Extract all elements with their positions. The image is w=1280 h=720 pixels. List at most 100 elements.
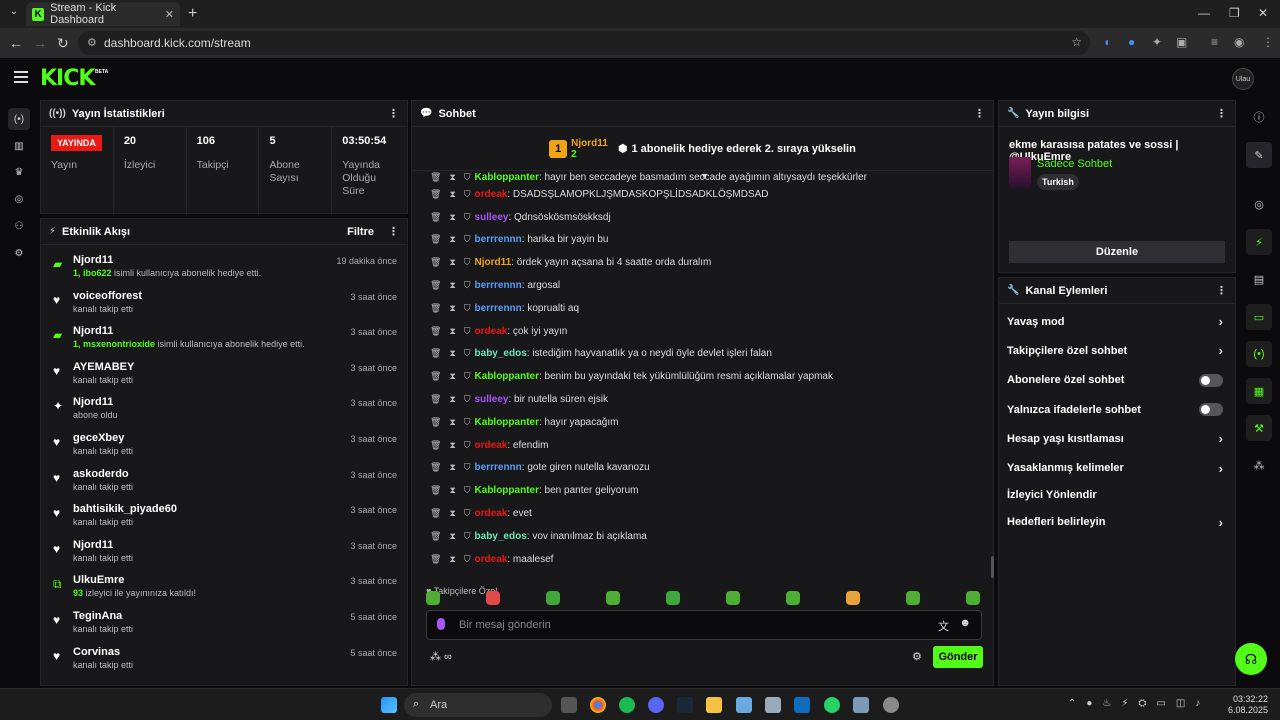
timeout-icon[interactable]: ⧗ [449, 303, 455, 314]
send-button[interactable]: Gönder [933, 646, 983, 668]
filter-button[interactable]: Filtre [347, 226, 374, 238]
timeout-icon[interactable]: ⧗ [449, 280, 455, 291]
help-chat-icon[interactable]: ☊ [1235, 643, 1267, 675]
url-bar[interactable]: ⚙ dashboard.kick.com/stream ☆ [78, 31, 1090, 55]
bolt-icon[interactable]: ⚡ [1246, 229, 1272, 255]
profile-icon[interactable]: ◉ [1234, 35, 1244, 49]
delete-icon[interactable]: 🗑 [430, 371, 441, 382]
pinned-gift-leaderboard[interactable]: 1 Njord11 2 ⬢ 1 abonelik hediye ederek 2.… [412, 127, 993, 171]
chrome-icon[interactable] [590, 697, 606, 713]
timeout-icon[interactable]: ⧗ [449, 348, 455, 359]
translate-icon[interactable]: 文 [938, 618, 949, 634]
channel-action-item[interactable]: Hesap yaşı kısıtlaması › [999, 424, 1235, 453]
timeout-icon[interactable]: ⧗ [449, 462, 455, 473]
browser-tab[interactable]: K Stream - Kick Dashboard ✕ [26, 2, 180, 26]
bookmark-star-icon[interactable]: ☆ [1071, 35, 1082, 49]
chat-username[interactable]: berrrennn [475, 280, 522, 291]
ban-icon[interactable]: ⛉ [464, 440, 471, 451]
channel-action-item[interactable]: İzleyici Yönlendir [999, 483, 1235, 508]
emote-icon[interactable] [966, 591, 980, 605]
delete-icon[interactable]: 🗑 [430, 348, 441, 359]
extension-icon[interactable]: ✦ [1152, 35, 1162, 49]
outlook-icon[interactable] [794, 697, 810, 713]
spotify-icon[interactable] [619, 697, 635, 713]
community-nav-icon[interactable]: ⚇ [8, 215, 30, 237]
delete-icon[interactable]: 🗑 [430, 440, 441, 451]
chat-username[interactable]: Njord11 [475, 257, 512, 268]
category-name[interactable]: Sadece Sohbet [1037, 158, 1112, 170]
chat-icon[interactable]: ▭ [1246, 304, 1272, 330]
chat-username[interactable]: baby_edos [475, 531, 527, 542]
more-tools-icon[interactable]: ⁂ [1246, 452, 1272, 478]
ban-icon[interactable]: ⛉ [464, 462, 471, 473]
photos-icon[interactable] [765, 697, 781, 713]
emoji-icon[interactable]: ☻ [959, 617, 971, 629]
stream-nav-icon[interactable]: (•) [8, 108, 30, 130]
ban-icon[interactable]: ⛉ [464, 485, 471, 496]
delete-icon[interactable]: 🗑 [430, 280, 441, 291]
extension-icon[interactable]: ◖ [1103, 35, 1110, 49]
emote-icon[interactable] [546, 591, 560, 605]
stats-menu-icon[interactable]: ⋮ [388, 107, 399, 120]
tab-search-icon[interactable]: ⌄ [6, 6, 22, 22]
delete-icon[interactable]: 🗑 [430, 485, 441, 496]
channel-action-item[interactable]: Yasaklanmış kelimeler › [999, 453, 1235, 482]
ban-icon[interactable]: ⛉ [464, 531, 471, 542]
chat-username[interactable]: Kabloppanter [475, 417, 539, 428]
minimize-icon[interactable]: — [1198, 6, 1210, 20]
avatar[interactable]: Ulau [1232, 68, 1254, 90]
close-window-icon[interactable]: ✕ [1258, 6, 1268, 20]
chat-username[interactable]: baby_edos [475, 348, 527, 359]
forward-icon[interactable]: → [33, 35, 47, 51]
chat-username[interactable]: berrrennn [475, 234, 522, 245]
timeout-icon[interactable]: ⧗ [449, 508, 455, 519]
timeout-icon[interactable]: ⧗ [449, 326, 455, 337]
channel-action-item[interactable]: Yalnızca ifadelerle sohbet [999, 395, 1235, 424]
timeout-icon[interactable]: ⧗ [449, 417, 455, 428]
timeout-icon[interactable]: ⧗ [449, 189, 455, 200]
chat-username[interactable]: ordeak [475, 440, 508, 451]
chat-username[interactable]: ordeak [475, 189, 508, 200]
channel-action-item[interactable]: Takipçilere özel sohbet › [999, 336, 1235, 365]
ban-icon[interactable]: ⛉ [464, 348, 471, 359]
ban-icon[interactable]: ⛉ [464, 172, 471, 183]
emote-icon[interactable] [726, 591, 740, 605]
timeout-icon[interactable]: ⧗ [449, 531, 455, 542]
activity-menu-icon[interactable]: ⋮ [388, 225, 399, 238]
emote-icon[interactable] [786, 591, 800, 605]
discord-icon[interactable] [648, 697, 664, 713]
notes-icon[interactable]: ▤ [1246, 266, 1272, 292]
whatsapp-icon[interactable] [824, 697, 840, 713]
delete-icon[interactable]: 🗑 [430, 508, 441, 519]
ban-icon[interactable]: ⛉ [464, 280, 471, 291]
ban-icon[interactable]: ⛉ [464, 508, 471, 519]
layout-icon[interactable]: ▦ [1246, 378, 1272, 404]
ban-icon[interactable]: ⛉ [464, 326, 471, 337]
edit-pen-icon[interactable]: ✎ [1246, 142, 1272, 168]
category-thumbnail[interactable] [1009, 157, 1031, 187]
emote-icon[interactable] [486, 591, 500, 605]
taskbar-clock[interactable]: 03:32:22 6.08.2025 [1228, 694, 1268, 716]
delete-icon[interactable]: 🗑 [430, 554, 441, 565]
broadcast-icon[interactable]: (•) [1246, 341, 1272, 367]
back-icon[interactable]: ← [9, 35, 23, 51]
reload-icon[interactable]: ↻ [57, 35, 69, 52]
ban-icon[interactable]: ⛉ [464, 212, 471, 223]
channel-action-item[interactable]: Yavaş mod › [999, 307, 1235, 336]
moderation-nav-icon[interactable]: ◎ [8, 188, 30, 210]
ban-icon[interactable]: ⛉ [464, 189, 471, 200]
toggle-switch[interactable] [1199, 403, 1223, 417]
timeout-icon[interactable]: ⧗ [449, 371, 455, 382]
delete-icon[interactable]: 🗑 [430, 303, 441, 314]
delete-icon[interactable]: 🗑 [430, 417, 441, 428]
chat-username[interactable]: ordeak [475, 508, 508, 519]
ban-icon[interactable]: ⛉ [464, 234, 471, 245]
analytics-nav-icon[interactable]: ▥ [8, 135, 30, 157]
chat-username[interactable]: berrrennn [475, 462, 522, 473]
delete-icon[interactable]: 🗑 [430, 531, 441, 542]
timeout-icon[interactable]: ⧗ [449, 440, 455, 451]
delete-icon[interactable]: 🗑 [430, 234, 441, 245]
ban-icon[interactable]: ⛉ [464, 303, 471, 314]
chat-username[interactable]: sulleey [475, 394, 509, 405]
toggle-switch[interactable] [1199, 373, 1223, 387]
